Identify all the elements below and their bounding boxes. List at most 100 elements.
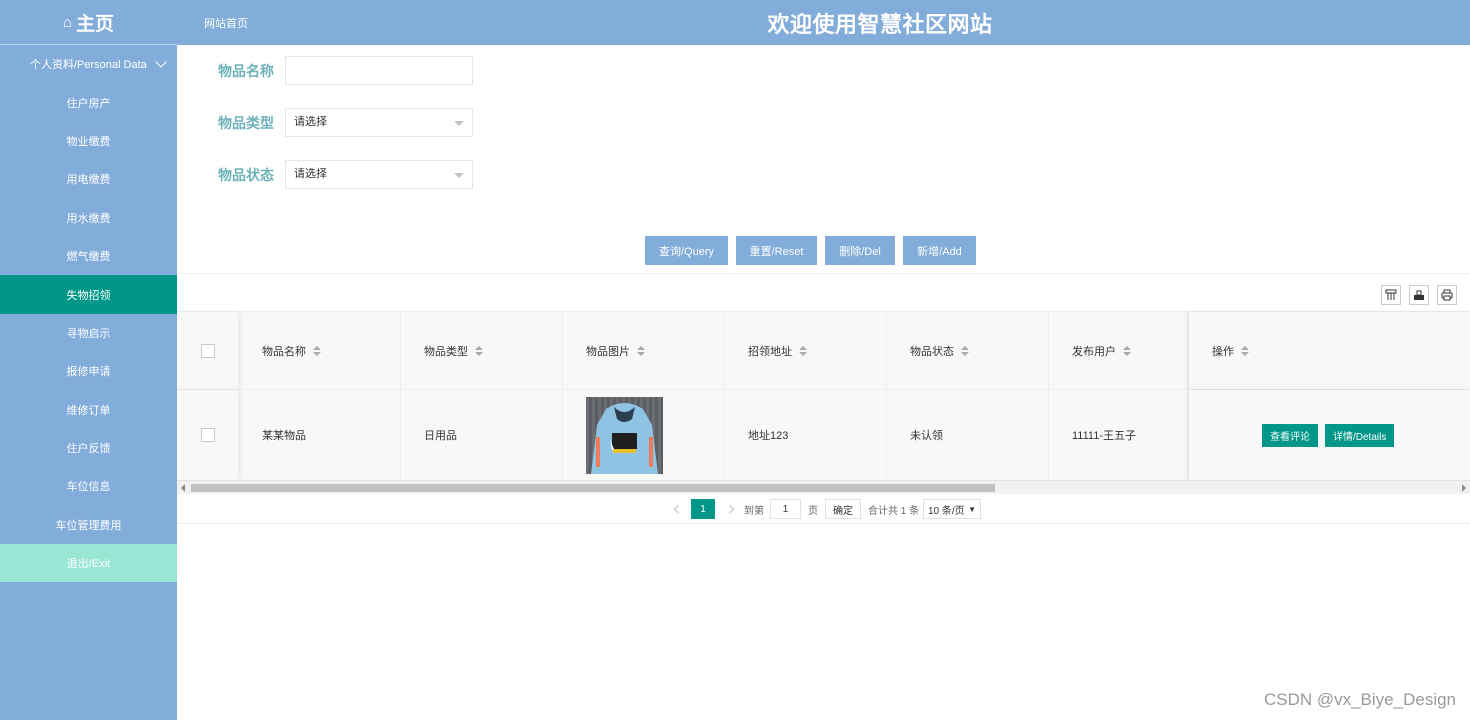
top-header: ⌂ 主页 网站首页 欢迎使用智慧社区网站 (0, 0, 1470, 45)
cell-type: 日用品 (401, 390, 563, 480)
cell-name: 某某物品 (239, 390, 401, 480)
goto-page-input[interactable]: 1 (770, 499, 801, 519)
sidebar-item-gas-fee[interactable]: 燃气缴费 (0, 237, 177, 275)
action-buttons: 查询/Query 重置/Reset 删除/Del 新增/Add (645, 236, 984, 265)
sidebar-item-lost-notice[interactable]: 寻物启示 (0, 314, 177, 352)
sort-icon[interactable] (1241, 345, 1249, 356)
col-header-label: 发布用户 (1072, 345, 1116, 358)
form-row-status: 物品状态 请选择 (218, 160, 473, 189)
sidebar-item-property[interactable]: 住户房产 (0, 83, 177, 121)
sort-icon[interactable] (475, 345, 483, 356)
goto-confirm-button[interactable]: 确定 (825, 499, 861, 519)
table-header: 物品名称 物品类型 物品图片 招领地址 物品状态 发布用户 操作 (177, 312, 1470, 390)
sidebar-item-property-fee[interactable]: 物业缴费 (0, 122, 177, 160)
home-icon: ⌂ (62, 13, 73, 31)
col-header-label: 物品名称 (262, 345, 306, 358)
item-status-value: 请选择 (294, 168, 327, 180)
item-type-label: 物品类型 (218, 114, 274, 131)
col-header-address[interactable]: 招领地址 (725, 312, 887, 389)
page-size-value: 10 条/页 (928, 505, 965, 517)
caret-down-icon (454, 173, 464, 178)
sidebar-item-parking-info[interactable]: 车位信息 (0, 467, 177, 505)
details-button[interactable]: 详情/Details (1325, 423, 1395, 447)
horizontal-scrollbar[interactable] (177, 480, 1470, 494)
sidebar: 个人资料/Personal Data 住户房产 物业缴费 用电缴费 用水缴费 燃… (0, 45, 177, 720)
sort-icon[interactable] (637, 345, 645, 356)
table-toolbar (177, 273, 1470, 312)
row-select-cell (177, 390, 239, 480)
cell-status: 未认领 (887, 390, 1049, 480)
caret-down-icon: ▼ (968, 504, 976, 514)
item-status-select[interactable]: 请选择 (285, 160, 473, 189)
scroll-right-icon[interactable] (1462, 484, 1466, 492)
scroll-left-icon[interactable] (181, 484, 185, 492)
cell-image (563, 390, 725, 480)
pagination: 1 到第 1 页 确定 合计共 1 条 10 条/页 ▼ (177, 494, 1470, 524)
table-row: 某某物品 日用品 地址123 未认领 11111-王五子 查看评论 详情/Det… (177, 390, 1470, 480)
col-header-label: 物品类型 (424, 345, 468, 358)
item-name-label: 物品名称 (218, 62, 274, 79)
sort-icon[interactable] (799, 345, 807, 356)
query-button[interactable]: 查询/Query (645, 236, 728, 265)
chevron-left-icon (673, 504, 683, 514)
chevron-right-icon (725, 504, 735, 514)
sidebar-item-repair-request[interactable]: 报修申请 (0, 352, 177, 390)
form-row-type: 物品类型 请选择 (218, 108, 473, 137)
add-button[interactable]: 新增/Add (903, 236, 976, 265)
item-photo[interactable] (586, 396, 663, 474)
print-icon[interactable] (1437, 285, 1457, 305)
delete-button[interactable]: 删除/Del (825, 236, 895, 265)
sidebar-item-feedback[interactable]: 住户反馈 (0, 429, 177, 467)
cell-user: 11111-王五子 (1049, 390, 1189, 480)
sort-icon[interactable] (313, 345, 321, 356)
col-header-label: 操作 (1212, 345, 1234, 358)
home-label: 主页 (76, 13, 115, 35)
item-name-input[interactable] (285, 56, 473, 85)
total-count: 合计共 1 条 (868, 505, 920, 517)
sidebar-item-label: 个人资料/Personal Data (30, 59, 147, 72)
sidebar-item-lost-found[interactable]: 失物招领 (0, 275, 177, 314)
item-type-select[interactable]: 请选择 (285, 108, 473, 137)
col-header-user[interactable]: 发布用户 (1049, 312, 1189, 389)
sidebar-item-repair-orders[interactable]: 维修订单 (0, 391, 177, 429)
export-icon[interactable] (1409, 285, 1429, 305)
item-status-label: 物品状态 (218, 166, 274, 183)
scrollbar-thumb[interactable] (191, 484, 995, 492)
sort-icon[interactable] (961, 345, 969, 356)
col-header-label: 物品状态 (910, 345, 954, 358)
sort-icon[interactable] (1123, 345, 1131, 356)
col-header-name[interactable]: 物品名称 (239, 312, 401, 389)
col-header-type[interactable]: 物品类型 (401, 312, 563, 389)
view-comments-button[interactable]: 查看评论 (1262, 423, 1318, 447)
page-unit-label: 页 (808, 505, 818, 517)
chevron-down-icon (155, 56, 167, 68)
reset-button[interactable]: 重置/Reset (736, 236, 817, 265)
col-header-label: 招领地址 (748, 345, 792, 358)
item-type-value: 请选择 (294, 116, 327, 128)
next-page-button[interactable] (723, 499, 737, 519)
prev-page-button[interactable] (671, 499, 685, 519)
col-header-status[interactable]: 物品状态 (887, 312, 1049, 389)
site-title: 欢迎使用智慧社区网站 (767, 12, 993, 37)
home-link[interactable]: ⌂ 主页 (0, 0, 177, 45)
page-current[interactable]: 1 (691, 499, 715, 519)
row-checkbox[interactable] (201, 428, 215, 442)
cell-actions: 查看评论 详情/Details (1189, 390, 1470, 480)
col-header-label: 物品图片 (586, 345, 630, 358)
sidebar-item-exit[interactable]: 退出/Exit (0, 544, 177, 583)
col-header-actions[interactable]: 操作 (1189, 312, 1470, 389)
select-all-checkbox[interactable] (201, 343, 215, 358)
columns-filter-icon[interactable] (1381, 285, 1401, 305)
select-all-cell (177, 312, 239, 389)
goto-label: 到第 (744, 505, 764, 517)
sidebar-item-parking-fee[interactable]: 车位管理费用 (0, 506, 177, 544)
form-row-name: 物品名称 (218, 56, 473, 85)
caret-down-icon (454, 121, 464, 126)
watermark: CSDN @vx_Biye_Design (1263, 690, 1456, 709)
breadcrumb[interactable]: 网站首页 (204, 15, 248, 31)
sidebar-item-water-fee[interactable]: 用水缴费 (0, 199, 177, 237)
sidebar-item-electric-fee[interactable]: 用电缴费 (0, 160, 177, 198)
col-header-image[interactable]: 物品图片 (563, 312, 725, 389)
sidebar-item-personal-data[interactable]: 个人资料/Personal Data (0, 45, 177, 83)
page-size-select[interactable]: 10 条/页 ▼ (923, 499, 981, 519)
